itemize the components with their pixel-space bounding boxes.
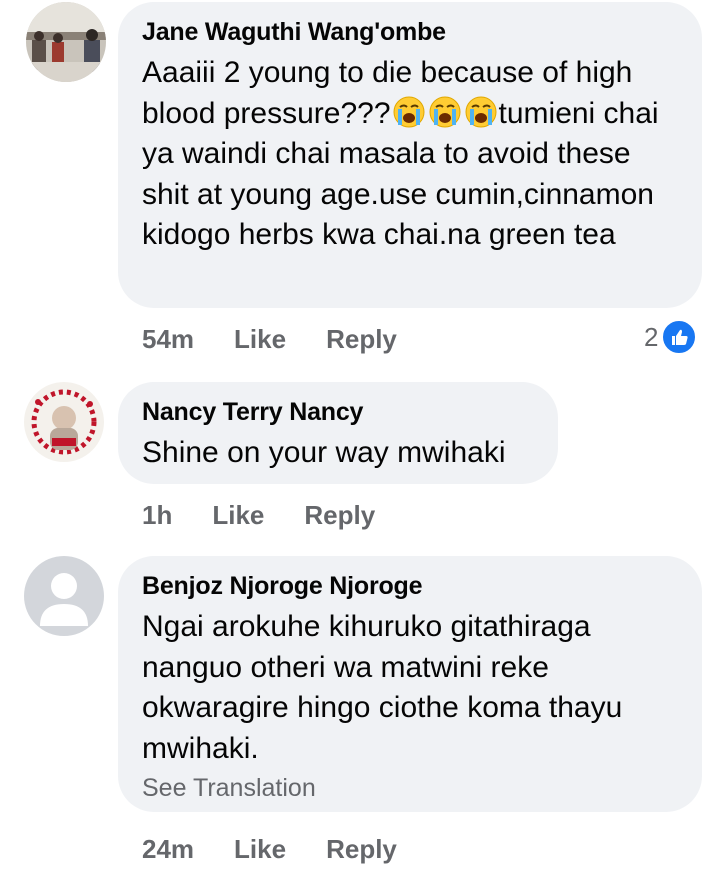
avatar[interactable] xyxy=(24,556,104,636)
reaction-count: 2 xyxy=(644,321,659,352)
comment-text: Shine on your way mwihaki xyxy=(142,436,506,469)
loudly-crying-face-icon xyxy=(463,96,499,130)
comment-author[interactable]: Nancy Terry Nancy xyxy=(142,396,534,428)
like-button[interactable]: Like xyxy=(212,500,264,531)
comment-author[interactable]: Benjoz Njoroge Njoroge xyxy=(142,570,678,602)
comment-text: Ngai arokuhe kihuruko gitathiraga nanguo… xyxy=(142,610,623,765)
see-translation-link[interactable]: See Translation xyxy=(142,773,678,803)
like-button[interactable]: Like xyxy=(234,324,286,355)
thumbs-up-icon xyxy=(660,318,699,356)
comment-timestamp[interactable]: 54m xyxy=(142,324,194,355)
comment-1: Jane Waguthi Wang'ombe Aaaiii 2 young to… xyxy=(0,0,720,370)
comment-timestamp[interactable]: 1h xyxy=(142,500,172,531)
reaction-summary[interactable]: 2 xyxy=(644,318,699,356)
comment-actions: 54m Like Reply xyxy=(142,324,397,355)
reply-button[interactable]: Reply xyxy=(326,834,397,865)
comment-3: Benjoz Njoroge Njoroge Ngai arokuhe kihu… xyxy=(0,554,720,880)
comment-timestamp[interactable]: 24m xyxy=(142,834,194,865)
comment-text: Aaaiii 2 young to die because of high bl… xyxy=(142,53,678,256)
comment-bubble: Jane Waguthi Wang'ombe Aaaiii 2 young to… xyxy=(118,2,702,308)
loudly-crying-face-icon xyxy=(391,96,427,130)
comment-actions: 24m Like Reply xyxy=(142,834,397,865)
reply-button[interactable]: Reply xyxy=(326,324,397,355)
avatar[interactable] xyxy=(24,382,104,462)
avatar[interactable] xyxy=(26,2,106,82)
comment-bubble: Nancy Terry Nancy Shine on your way mwih… xyxy=(118,382,558,484)
comment-actions: 1h Like Reply xyxy=(142,500,375,531)
comment-bubble: Benjoz Njoroge Njoroge Ngai arokuhe kihu… xyxy=(118,556,702,812)
like-button[interactable]: Like xyxy=(234,834,286,865)
loudly-crying-face-icon xyxy=(427,96,463,130)
comment-author[interactable]: Jane Waguthi Wang'ombe xyxy=(142,16,678,48)
comment-2: Nancy Terry Nancy Shine on your way mwih… xyxy=(0,380,720,540)
reply-button[interactable]: Reply xyxy=(304,500,375,531)
